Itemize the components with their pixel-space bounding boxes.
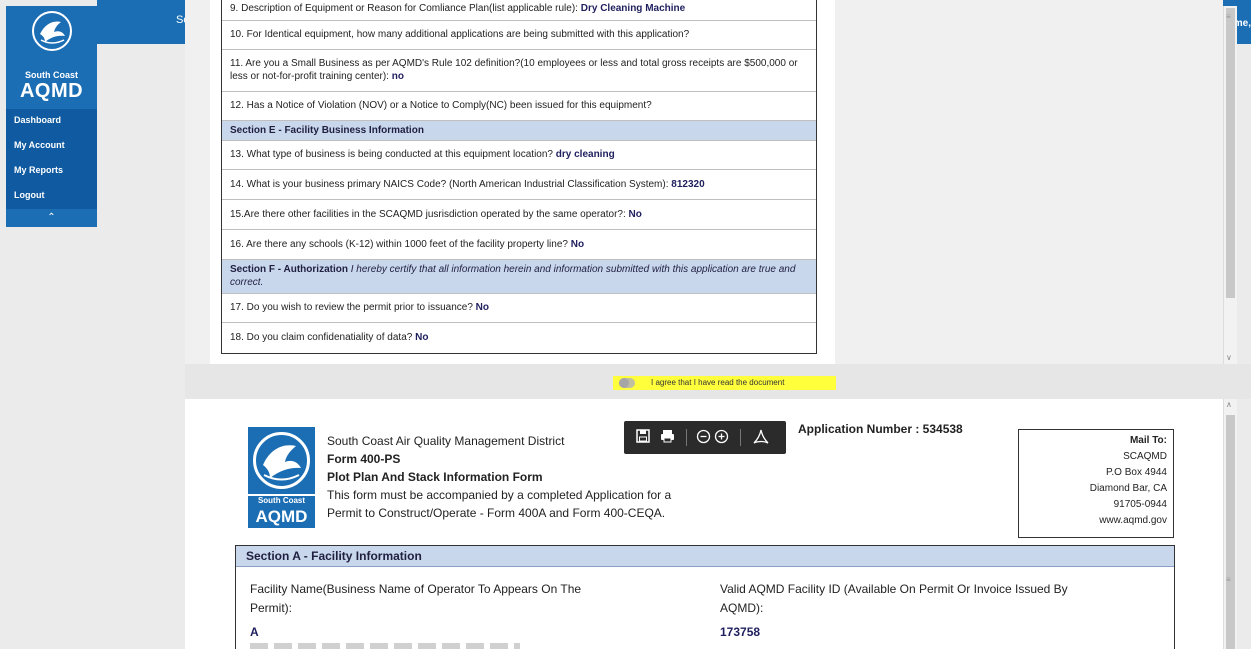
question-row-9: 9. Description of Equipment or Reason fo…: [222, 0, 816, 20]
question-text: 11. Are you a Small Business as per AQMD…: [230, 58, 798, 82]
question-text: 10. For Identical equipment, how many ad…: [230, 29, 690, 40]
toolbar-divider: [740, 429, 741, 446]
facility-id-value: 173758: [720, 625, 761, 639]
cut-off-text-line: [250, 643, 520, 649]
scroll-up-icon[interactable]: ∧: [1226, 400, 1232, 409]
grip-icon: ≡: [1226, 575, 1231, 584]
answer-value: 812320: [671, 179, 705, 190]
print-icon[interactable]: [660, 429, 675, 446]
aqmd-logo[interactable]: South Coast AQMD: [6, 6, 97, 109]
sidebar-item-my-reports[interactable]: My Reports: [14, 165, 63, 175]
question-text: 14. What is your business primary NAICS …: [230, 179, 672, 190]
zoom-out-icon[interactable]: [696, 429, 711, 447]
section-a-facility-info: Section A - Facility Information Facilit…: [235, 545, 1175, 649]
mail-to-box: Mail To: SCAQMD P.O Box 4944 Diamond Bar…: [1018, 429, 1174, 538]
brand-name: AQMD: [19, 80, 84, 102]
chevron-up-icon: ⌃: [47, 212, 56, 223]
question-text: 17. Do you wish to review the permit pri…: [230, 302, 476, 313]
answer-value: dry cleaning: [555, 149, 615, 160]
aqmd-bird-logo-icon: [32, 11, 72, 51]
bottom-pane-scrollbar[interactable]: ∧ ≡: [1223, 399, 1237, 649]
sidebar-collapse-button[interactable]: ⌃: [6, 209, 97, 227]
questions-table: 9. Description of Equipment or Reason fo…: [221, 0, 817, 354]
form-note-line-2: Permit to Construct/Operate - Form 400A …: [327, 506, 666, 520]
brand-subtitle: South Coast: [25, 70, 78, 80]
facility-name-label-line-1: Facility Name(Business Name of Operator …: [250, 582, 582, 596]
facility-name-label-line-2: Permit):: [250, 601, 292, 615]
question-row-17: 17. Do you wish to review the permit pri…: [222, 293, 816, 322]
question-row-13: 13. What type of business is being condu…: [222, 140, 816, 169]
question-text: 15.Are there other facilities in the SCA…: [230, 209, 629, 220]
question-row-12: 12. Has a Notice of Violation (NOV) or a…: [222, 91, 816, 120]
question-row-18: 18. Do you claim confidenatiality of dat…: [222, 322, 816, 353]
question-text: 9. Description of Equipment or Reason fo…: [230, 3, 581, 14]
question-text: 16. Are there any schools (K-12) within …: [230, 239, 571, 250]
scrollbar-thumb[interactable]: [1226, 415, 1235, 649]
form-title: Plot Plan And Stack Information Form: [327, 470, 543, 484]
question-row-11: 11. Are you a Small Business as per AQMD…: [222, 49, 816, 91]
pdf-icon[interactable]: [752, 429, 770, 448]
district-name: South Coast Air Quality Management Distr…: [327, 434, 565, 448]
answer-value: No: [570, 239, 585, 250]
question-text: 12. Has a Notice of Violation (NOV) or a…: [230, 100, 652, 111]
section-f-header: Section F - Authorization I hereby certi…: [222, 259, 816, 293]
mail-line: Diamond Bar, CA: [1089, 483, 1167, 494]
top-pane-scrollbar[interactable]: ≡ ∨: [1223, 6, 1237, 364]
form-note-line-1: This form must be accompanied by a compl…: [327, 488, 672, 502]
question-text: 18. Do you claim confidenatiality of dat…: [230, 332, 416, 343]
facility-id-label-line-1: Valid AQMD Facility ID (Available On Per…: [720, 582, 1068, 596]
sidebar-item-dashboard[interactable]: Dashboard: [14, 115, 61, 125]
facility-id-label: Valid AQMD Facility ID (Available On Per…: [720, 580, 1160, 618]
question-row-10: 10. For Identical equipment, how many ad…: [222, 20, 816, 49]
scrollbar-thumb[interactable]: [1226, 8, 1235, 298]
scroll-down-icon[interactable]: ∨: [1226, 353, 1232, 362]
zoom-in-icon[interactable]: [714, 429, 729, 447]
facility-name-label: Facility Name(Business Name of Operator …: [250, 580, 690, 618]
mail-line: 91705-0944: [1113, 499, 1167, 510]
agree-label: I agree that I have read the document: [651, 378, 785, 387]
question-text: 13. What type of business is being condu…: [230, 149, 556, 160]
sidebar: South Coast AQMD Dashboard My Account My…: [6, 6, 97, 227]
section-f-title: Section F - Authorization: [230, 264, 348, 275]
form-logo-name: AQMD: [248, 506, 315, 528]
grip-icon: ≡: [1226, 12, 1231, 21]
toolbar-divider: [686, 429, 687, 446]
question-row-14: 14. What is your business primary NAICS …: [222, 169, 816, 199]
save-icon[interactable]: [636, 429, 650, 446]
answer-value: Dry Cleaning Machine: [580, 3, 686, 14]
form-aqmd-logo: South Coast AQMD: [248, 427, 315, 531]
section-e-header: Section E - Facility Business Informatio…: [222, 120, 816, 140]
sidebar-item-my-account[interactable]: My Account: [14, 140, 65, 150]
mail-website-link[interactable]: www.aqmd.gov: [1025, 513, 1167, 529]
question-row-15: 15.Are there other facilities in the SCA…: [222, 199, 816, 229]
form-number: Form 400-PS: [327, 452, 401, 466]
mail-to-title: Mail To:: [1129, 435, 1167, 446]
form-logo-subtitle: South Coast: [248, 496, 315, 506]
aqmd-bird-emblem-icon: [253, 432, 310, 489]
sidebar-item-logout[interactable]: Logout: [14, 190, 45, 200]
section-a-header: Section A - Facility Information: [236, 546, 1174, 567]
pdf-toolbar: [624, 421, 786, 454]
form-logo-emblem: [248, 427, 315, 494]
facility-id-label-line-2: AQMD):: [720, 601, 764, 615]
agree-toggle-row[interactable]: I agree that I have read the document: [613, 376, 836, 390]
mail-line: SCAQMD: [1123, 451, 1167, 462]
application-number: Application Number : 534538: [798, 422, 963, 436]
sidebar-nav: Dashboard My Account My Reports Logout: [6, 109, 97, 209]
answer-value: No: [475, 302, 490, 313]
facility-name-value: A: [250, 625, 259, 639]
answer-value: no: [391, 71, 404, 82]
mail-line: P.O Box 4944: [1106, 467, 1167, 478]
form-heading: South Coast Air Quality Management Distr…: [327, 432, 671, 522]
question-row-16: 16. Are there any schools (K-12) within …: [222, 229, 816, 259]
answer-value: No: [415, 332, 429, 343]
answer-value: No: [628, 209, 642, 220]
agree-toggle-switch[interactable]: [619, 378, 635, 388]
